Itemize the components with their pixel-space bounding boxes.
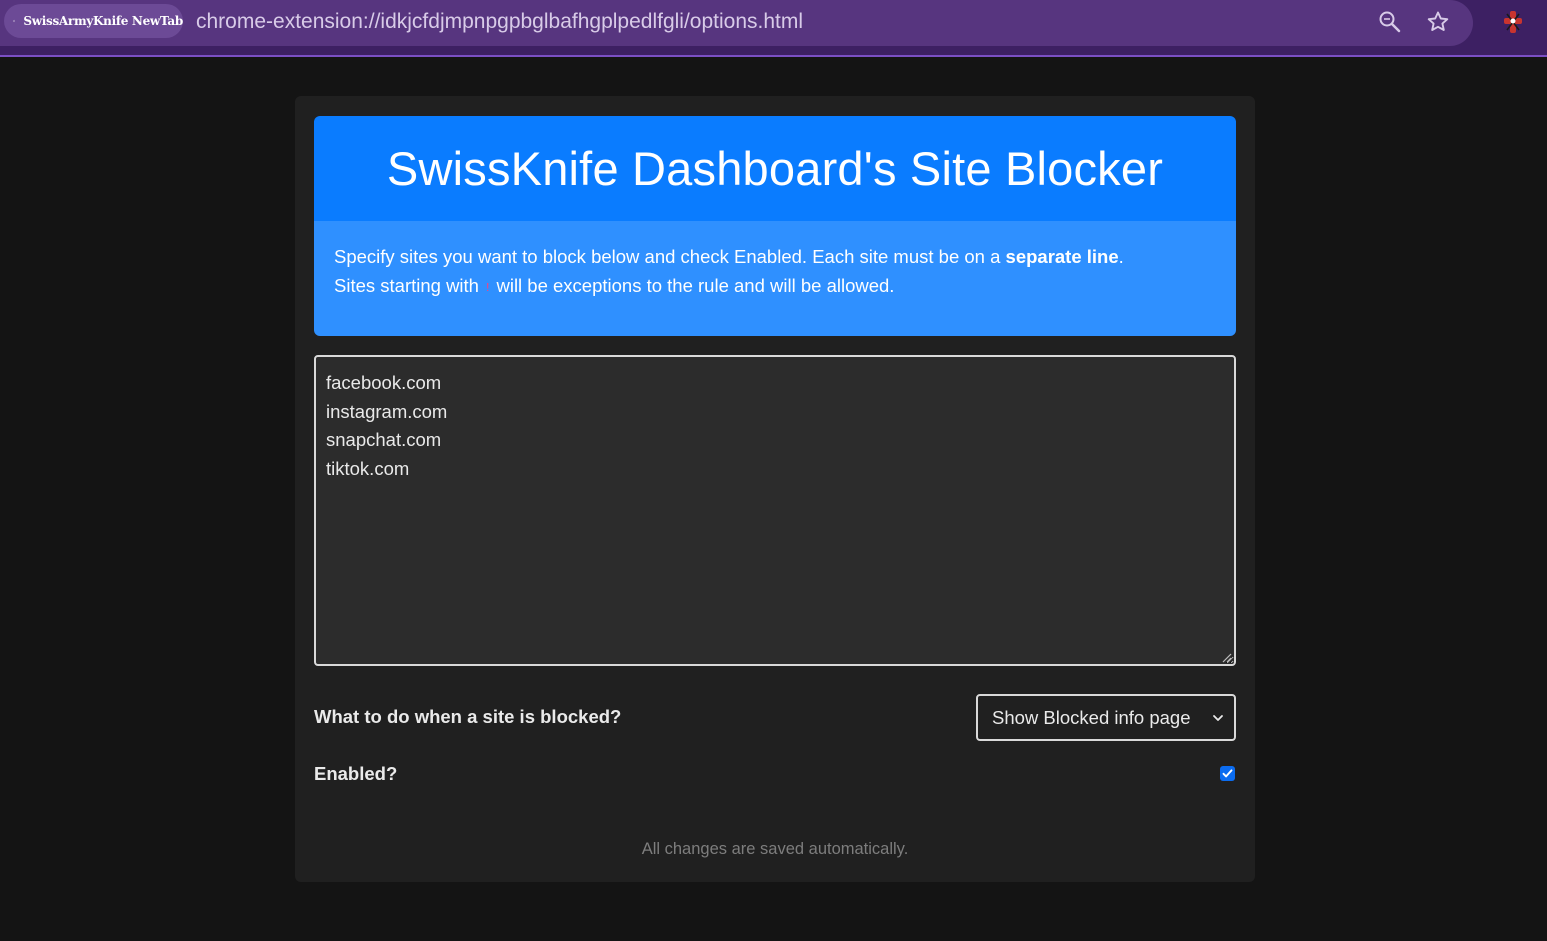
- autosave-note: All changes are saved automatically.: [641, 840, 909, 858]
- page-header: SwissKnife Dashboard's Site Blocker: [314, 116, 1236, 221]
- url-text[interactable]: chrome-extension://idkjcfdjmpnpgpbglbafh…: [196, 10, 803, 34]
- extension-icon[interactable]: [1499, 8, 1527, 36]
- zoom-icon[interactable]: [1377, 9, 1403, 35]
- check-icon: [1222, 769, 1233, 778]
- extension-chip-label: SwissArmyKnife NewTab: [23, 14, 183, 28]
- browser-toolbar: SwissArmyKnife NewTab chrome-extension:/…: [0, 0, 1547, 57]
- exceptions-text: Sites starting with: [334, 275, 485, 296]
- address-bar[interactable]: SwissArmyKnife NewTab chrome-extension:/…: [0, 0, 1473, 46]
- chevron-down-icon: [1213, 715, 1223, 721]
- page-title: SwissKnife Dashboard's Site Blocker: [386, 142, 1164, 195]
- puzzle-icon: [13, 19, 16, 22]
- blocked-action-select[interactable]: Show Blocked info page: [976, 694, 1236, 741]
- enabled-checkbox[interactable]: [1220, 766, 1235, 781]
- extension-chip[interactable]: SwissArmyKnife NewTab: [4, 4, 183, 38]
- instructions-line-1: Specify sites you want to block below an…: [334, 242, 1216, 271]
- site-blocker-card: SwissKnife Dashboard's Site Blocker Spec…: [295, 96, 1255, 882]
- instructions-line-2: Sites starting with ! will be exceptions…: [334, 271, 1216, 303]
- resize-grip-icon[interactable]: [1220, 651, 1232, 663]
- instructions-box: Specify sites you want to block below an…: [314, 221, 1236, 336]
- instructions-emphasis: separate line: [1005, 246, 1119, 267]
- instructions-period: .: [1118, 246, 1124, 267]
- blocked-sites-textarea[interactable]: [314, 355, 1236, 666]
- blocked-action-label: What to do when a site is blocked?: [314, 706, 622, 727]
- enabled-label: Enabled?: [314, 763, 398, 784]
- instructions-text: Specify sites you want to block below an…: [334, 246, 1006, 267]
- blocked-action-value: Show Blocked info page: [992, 706, 1191, 728]
- exceptions-text-end: will be exceptions to the rule and will …: [491, 275, 895, 296]
- star-icon[interactable]: [1425, 9, 1451, 35]
